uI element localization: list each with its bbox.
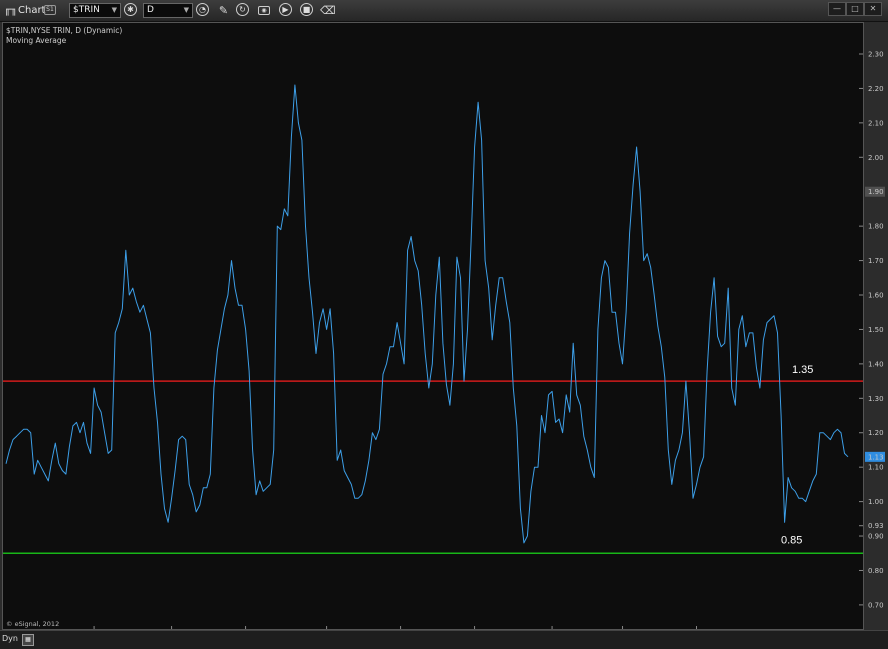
range-button[interactable]: Dyn	[2, 633, 22, 645]
copyright-notice: © eSignal, 2012	[6, 620, 60, 628]
y-tick-label: 1.30	[868, 395, 884, 403]
legend-symbol-label: $TRIN,NYSE TRIN, D (Dynamic)	[6, 26, 123, 35]
y-tick-label: 1.00	[868, 498, 884, 506]
chart-window: ╓╖ Chart S1 $TRIN ▼ ✱ D ▼ ◔ ✎ ↻ ↺ ◉ ▶ ■ …	[0, 0, 888, 649]
bottom-bar: Dyn ▦	[0, 630, 888, 649]
y-tick-label: 1.40	[868, 360, 884, 368]
range-icon[interactable]: ▦	[22, 634, 34, 646]
lower-threshold-label: 0.85	[781, 534, 802, 546]
y-tick-label: 1.70	[868, 257, 884, 265]
y-tick-label: 1.20	[868, 429, 884, 437]
trin-chart: 1.35 0.85 0.70 0.80 0.90 0.93 1.00 1.10 1.20 1.3…	[3, 50, 885, 644]
y-tick-label: 2.30	[868, 50, 884, 58]
y-tick-label: 1.60	[868, 292, 884, 300]
series-layer	[5, 84, 849, 544]
y-tick-label: 1.10	[868, 464, 884, 472]
y-tick-label: 2.10	[868, 119, 884, 127]
y-axis: 0.70 0.80 0.90 0.93 1.00 1.10 1.20 1.30 1.40 1.50…	[859, 50, 885, 609]
upper-threshold-label: 1.35	[792, 364, 813, 376]
trin-series-line	[5, 84, 849, 544]
y-tick-label: 0.70	[868, 601, 884, 609]
y-tick-label: 1.50	[868, 326, 884, 334]
legend-study-label: Moving Average	[6, 36, 67, 45]
y-tick-label: 1.80	[868, 223, 884, 231]
y-tick-label: 0.93	[868, 522, 884, 530]
marker-tag-label: 1.90	[868, 188, 884, 196]
threshold-layer: 1.35 0.85	[3, 364, 863, 554]
y-tick-label: 2.20	[868, 85, 884, 93]
y-tick-label: 0.90	[868, 533, 884, 541]
last-price-label: 1.13	[868, 453, 884, 461]
y-tick-label: 2.00	[868, 154, 884, 162]
y-tick-label: 0.80	[868, 567, 884, 575]
